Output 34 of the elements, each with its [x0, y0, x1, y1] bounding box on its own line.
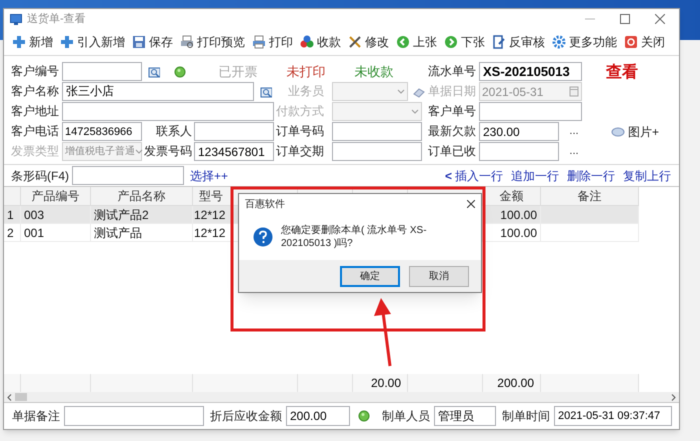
field-label: 单据日期	[428, 83, 476, 100]
status-text: 未收款	[354, 62, 394, 81]
field-label: 折后应收金额	[210, 408, 282, 425]
field-label: 制单人员	[382, 408, 430, 425]
column-header: 产品编号	[21, 187, 91, 206]
field-label: 制单时间	[502, 408, 550, 425]
field-label: 客户单号	[428, 103, 476, 120]
field-label: 客户编号	[11, 63, 59, 80]
table-cell: 100.00	[483, 224, 541, 242]
window-title: 送货单-查看	[27, 12, 86, 27]
field-label: 客户电话	[11, 123, 59, 140]
column-header: 产品名称	[91, 187, 193, 206]
table-cell: 001	[21, 224, 91, 242]
field-label: 客户名称	[11, 83, 59, 100]
field-label: 付款方式	[275, 103, 324, 120]
view-mode-label: 查看	[606, 60, 638, 82]
field-label: 联系人	[155, 123, 192, 140]
field-label: 发票类型	[11, 143, 59, 160]
field-label: 订单交期	[275, 143, 324, 160]
field-label: 流水单号	[428, 63, 476, 80]
table-cell: 测试产品	[91, 224, 193, 242]
status-text: 已开票	[218, 62, 258, 81]
field-label: 业务员	[287, 83, 324, 100]
field-label: 发票号码	[143, 143, 192, 160]
status-text: 未打印	[286, 62, 326, 81]
field-label: 单据备注	[12, 408, 60, 425]
table-cell: 2	[4, 224, 21, 242]
column-header: 备注	[541, 187, 639, 206]
field-label: 最新欠款	[428, 123, 476, 140]
field-label: 订单号码	[275, 123, 324, 140]
field-label: 订单已收	[428, 143, 476, 160]
field-label: 条形码(F4)	[11, 168, 69, 184]
field-label: 客户地址	[11, 103, 59, 120]
column-header: 金额	[483, 187, 541, 206]
